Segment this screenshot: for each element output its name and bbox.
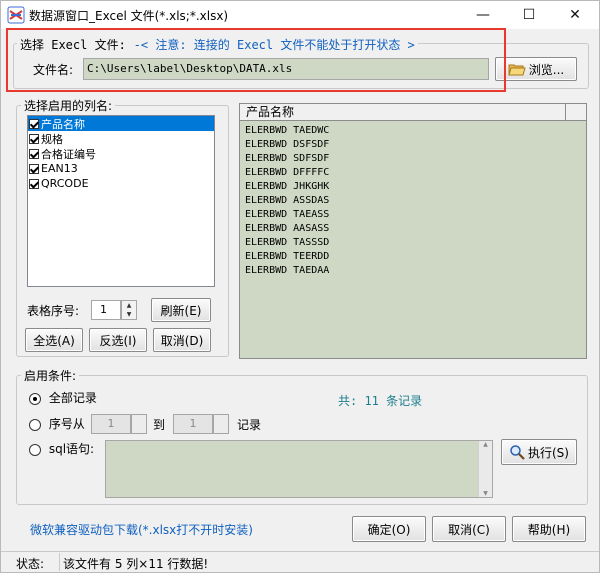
column-item-label: 合格证编号 <box>41 147 96 161</box>
invert-selection-button[interactable]: 反选(I) <box>89 328 147 352</box>
status-label: 状态: <box>16 557 45 571</box>
column-item-label: 规格 <box>41 132 63 146</box>
preview-header-row: 产品名称 <box>240 104 586 121</box>
range-to-label: 到 <box>153 418 166 432</box>
folder-icon <box>508 64 526 76</box>
column-item-label: EAN13 <box>41 162 78 175</box>
preview-row[interactable]: ELERBWD DFFFFC <box>240 166 580 180</box>
preview-row[interactable]: ELERBWD TAEASS <box>240 208 580 222</box>
driver-download-link[interactable]: 微软兼容驱动包下载(*.xlsx打不开时安装) <box>30 521 253 538</box>
spin-down-icon[interactable]: ▼ <box>122 310 136 319</box>
records-suffix-label: 记录 <box>237 418 262 432</box>
close-icon: ✕ <box>569 7 581 23</box>
select-all-button[interactable]: 全选(A) <box>25 328 83 352</box>
range-to-up-icon[interactable] <box>214 415 228 424</box>
app-icon <box>7 6 25 24</box>
execute-label: 执行(S) <box>528 445 569 460</box>
cancel-selection-button[interactable]: 取消(D) <box>153 328 211 352</box>
preview-row[interactable]: ELERBWD DSFSDF <box>240 138 580 152</box>
column-checkbox[interactable] <box>29 148 39 159</box>
table-index-spinner[interactable]: ▲ ▼ <box>121 300 137 320</box>
minimize-button[interactable]: — <box>460 1 506 29</box>
refresh-button[interactable]: 刷新(E) <box>151 298 211 322</box>
range-label: 序号从 <box>48 417 85 431</box>
close-button[interactable]: ✕ <box>552 1 598 29</box>
range-to-spinner[interactable] <box>213 414 229 434</box>
sql-textarea[interactable]: ▲ ▼ <box>105 440 493 498</box>
cancel-button[interactable]: 取消(C) <box>432 516 506 542</box>
column-item[interactable]: 规格 <box>28 131 214 146</box>
column-item-label: 产品名称 <box>41 117 85 131</box>
range-option[interactable]: 序号从 <box>29 415 85 432</box>
range-from-down-icon[interactable] <box>132 424 146 433</box>
dialog-window: 数据源窗口_Excel 文件(*.xls;*.xlsx) — ☐ ✕ 选择 Ex… <box>0 0 600 573</box>
column-item[interactable]: 产品名称 <box>28 116 214 131</box>
status-text: 该文件有 5 列×11 行数据! <box>63 557 209 571</box>
all-records-option[interactable]: 全部记录 <box>29 389 97 406</box>
execute-button[interactable]: 执行(S) <box>501 439 577 465</box>
total-records-text: 共: 11 条记录 <box>338 394 423 408</box>
preview-row[interactable]: ELERBWD JHKGHK <box>240 180 580 194</box>
columns-list[interactable]: 产品名称 规格 合格证编号 EAN13 QRCODE <box>27 115 215 287</box>
range-to-down-icon[interactable] <box>214 424 228 433</box>
range-radio[interactable] <box>29 418 41 431</box>
columns-legend: 选择启用的列名: <box>21 97 116 114</box>
scroll-up-icon[interactable]: ▲ <box>479 441 492 448</box>
preview-row[interactable]: ELERBWD ASSDAS <box>240 194 580 208</box>
column-checkbox[interactable] <box>29 178 39 189</box>
help-button[interactable]: 帮助(H) <box>512 516 586 542</box>
preview-row[interactable]: ELERBWD TAEDWC <box>240 124 580 138</box>
all-records-label: 全部记录 <box>48 391 97 405</box>
title-bar: 数据源窗口_Excel 文件(*.xls;*.xlsx) — ☐ ✕ <box>1 1 599 29</box>
column-checkbox[interactable] <box>29 163 39 174</box>
maximize-button[interactable]: ☐ <box>506 1 552 29</box>
preview-grid[interactable]: 产品名称 ELERBWD TAEDWC ELERBWD DSFSDF ELERBWD… <box>239 103 587 359</box>
table-index-input[interactable]: 1 <box>91 300 121 320</box>
maximize-icon: ☐ <box>522 7 536 23</box>
range-from-spinner[interactable] <box>131 414 147 434</box>
spin-up-icon[interactable]: ▲ <box>122 301 136 310</box>
browse-label: 浏览... <box>528 62 565 77</box>
all-records-radio[interactable] <box>29 392 41 405</box>
preview-row[interactable]: ELERBWD AASASS <box>240 222 580 236</box>
range-from-input[interactable]: 1 <box>91 414 131 434</box>
scroll-down-icon[interactable]: ▼ <box>479 490 492 497</box>
column-checkbox[interactable] <box>29 118 39 129</box>
column-checkbox[interactable] <box>29 133 39 144</box>
status-bar: 状态: 该文件有 5 列×11 行数据! <box>1 551 599 572</box>
ok-button[interactable]: 确定(O) <box>352 516 426 542</box>
highlight-box <box>6 28 506 92</box>
preview-row[interactable]: ELERBWD TEERDD <box>240 250 580 264</box>
browse-button[interactable]: 浏览... <box>495 57 577 81</box>
minimize-icon: — <box>476 7 490 23</box>
column-item[interactable]: QRCODE <box>28 176 214 191</box>
preview-row[interactable]: ELERBWD TASSSD <box>240 236 580 250</box>
column-item[interactable]: 合格证编号 <box>28 146 214 161</box>
sql-radio[interactable] <box>29 443 41 456</box>
preview-header-cell[interactable]: 产品名称 <box>240 104 566 120</box>
range-from-up-icon[interactable] <box>132 415 146 424</box>
range-to-input[interactable]: 1 <box>173 414 213 434</box>
preview-row[interactable]: ELERBWD TAEDAA <box>240 264 580 278</box>
column-item-label: QRCODE <box>41 177 89 190</box>
sql-label: sql语句: <box>48 442 95 456</box>
sql-scrollbar[interactable]: ▲ ▼ <box>478 441 492 497</box>
conditions-legend: 启用条件: <box>21 367 80 384</box>
column-item[interactable]: EAN13 <box>28 161 214 176</box>
sql-option[interactable]: sql语句: <box>29 440 94 457</box>
window-title: 数据源窗口_Excel 文件(*.xls;*.xlsx) <box>29 9 229 23</box>
table-index-label: 表格序号: <box>27 304 80 318</box>
preview-row[interactable]: ELERBWD SDFSDF <box>240 152 580 166</box>
execute-icon <box>510 445 525 460</box>
